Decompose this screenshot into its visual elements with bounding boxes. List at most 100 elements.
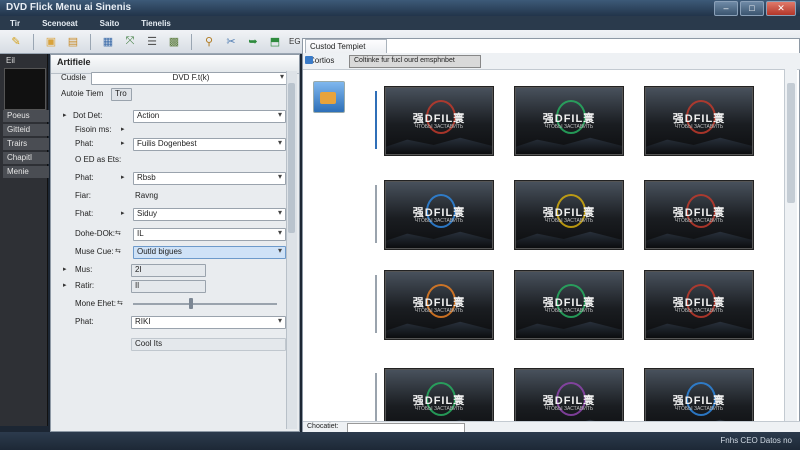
property-combo[interactable]: Action: [133, 110, 286, 123]
template-landscape: [516, 321, 622, 338]
toolbar-separator: [191, 33, 192, 50]
property-label: Autoie Tiem: [61, 89, 104, 98]
property-row: ▸ Mus: 2I: [51, 263, 283, 277]
swap-icon[interactable]: ⇆: [115, 247, 121, 255]
slider-thumb[interactable]: [189, 298, 193, 309]
maximize-button[interactable]: □: [740, 1, 764, 16]
open-folder-icon[interactable]: ▣: [43, 34, 59, 50]
template-thumbnail[interactable]: 强DFIL寰 ЧТОБЫ ЗАСТАВИТЬ: [645, 271, 753, 339]
expand-arrow-icon[interactable]: ▸: [121, 173, 125, 181]
property-label: Phat:: [75, 173, 94, 182]
expand-arrow-icon[interactable]: ▸: [121, 139, 125, 147]
slider-track[interactable]: [133, 303, 277, 305]
list-icon[interactable]: ☰: [144, 34, 160, 50]
template-thumbnail[interactable]: 强DFIL寰 ЧТОБЫ ЗАСТАВИТЬ: [385, 181, 493, 249]
property-combo[interactable]: Rbsb: [133, 172, 286, 185]
template-thumbnail[interactable]: 强DFIL寰 ЧТОБЫ ЗАСТАВИТЬ: [515, 181, 623, 249]
property-field[interactable]: Il: [131, 280, 206, 293]
properties-scrollbar[interactable]: [286, 71, 297, 429]
expand-arrow-icon[interactable]: ▸: [63, 265, 67, 273]
template-landscape: [646, 231, 752, 248]
template-preview-icon[interactable]: [313, 81, 345, 113]
move-icon[interactable]: ⤧: [122, 34, 138, 50]
template-thumbnail[interactable]: 强DFIL寰 ЧТОБЫ ЗАСТАВИТЬ: [645, 181, 753, 249]
template-thumbnail[interactable]: 强DFIL寰 ЧТОБЫ ЗАСТАВИТЬ: [515, 271, 623, 339]
template-scrollbar[interactable]: [784, 69, 797, 423]
property-label: Dot Det:: [73, 111, 103, 120]
toolbar-separator: [33, 33, 34, 50]
template-subtitle: ЧТОБЫ ЗАСТАВИТЬ: [544, 218, 594, 224]
property-combo[interactable]: Fuilis Dogenbest: [133, 138, 286, 151]
property-label: Fhat:: [75, 209, 94, 218]
burn-icon[interactable]: ⬒: [267, 34, 283, 50]
scrollbar-thumb[interactable]: [787, 83, 795, 203]
template-thumbnail[interactable]: 强DFIL寰 ЧТОБЫ ЗАСТАВИТЬ: [385, 87, 493, 155]
refresh-icon[interactable]: [305, 56, 313, 64]
property-label: Dohe-DOk:: [75, 229, 116, 238]
property-field[interactable]: Cool Its: [131, 338, 286, 351]
sidebar-item[interactable]: Poeus: [3, 110, 49, 122]
property-row: Dohe-DOk: ⇆ IL: [51, 227, 286, 241]
expand-arrow-icon[interactable]: ▸: [121, 209, 125, 217]
close-button[interactable]: ✕: [766, 1, 796, 16]
menu-item[interactable]: Saito: [100, 19, 120, 28]
minimize-button[interactable]: –: [714, 1, 738, 16]
sidebar-item[interactable]: Gitteid: [3, 124, 49, 136]
new-project-icon[interactable]: ✎: [8, 34, 24, 50]
property-combo[interactable]: Siduy: [133, 208, 286, 221]
property-row: ▸ Ratir: Il: [51, 279, 283, 293]
expand-arrow-icon[interactable]: ▸: [121, 125, 125, 133]
menu-item[interactable]: Tir: [10, 19, 20, 28]
sidebar-item[interactable]: Trairs: [3, 138, 49, 150]
template-subtitle: ЧТОБЫ ЗАСТАВИТЬ: [544, 308, 594, 314]
filter-pill[interactable]: Coltinke fur fucl ourd emsphnbet: [349, 55, 481, 68]
template-thumbnail[interactable]: 强DFIL寰 ЧТОБЫ ЗАСТАВИТЬ: [515, 87, 623, 155]
window-controls: – □ ✕: [714, 1, 796, 16]
template-panel: Custod Tempiet Cortios Coltinke fur fucl…: [302, 38, 800, 437]
menu-item[interactable]: Scenoeat: [42, 19, 78, 28]
template-subtitle: ЧТОБЫ ЗАСТАВИТЬ: [674, 124, 724, 130]
template-subtitle: ЧТОБЫ ЗАСТАВИТЬ: [544, 406, 594, 412]
save-icon[interactable]: ▤: [65, 34, 81, 50]
property-label: Mone Ehet:: [75, 299, 116, 308]
sidebar-item[interactable]: Chapitl: [3, 152, 49, 164]
template-landscape: [646, 137, 752, 154]
swap-icon[interactable]: ⇆: [115, 229, 121, 237]
sidebar-preview: [4, 68, 46, 110]
property-row: Fisoin ms: ▸: [51, 123, 283, 136]
property-combo[interactable]: RIKI: [131, 316, 286, 329]
properties-panel: Artifiele Cudsle DVD F.t(k) Autoie Tiem …: [50, 54, 300, 432]
property-row: Cudsle DVD F.t(k): [51, 71, 288, 85]
edit-icon[interactable]: ▦: [100, 34, 116, 50]
property-field[interactable]: 2I: [131, 264, 206, 277]
property-row: ▸ Dot Det: Action: [51, 109, 286, 123]
export-icon[interactable]: ➥: [245, 34, 261, 50]
tools-icon[interactable]: ✂: [223, 34, 239, 50]
template-landscape: [516, 231, 622, 248]
scrollbar-thumb[interactable]: [288, 83, 295, 233]
template-subtitle: ЧТОБЫ ЗАСТАВИТЬ: [674, 308, 724, 314]
template-landscape: [516, 137, 622, 154]
search-icon[interactable]: ⚲: [201, 34, 217, 50]
property-label: Ratir:: [75, 281, 95, 290]
expand-arrow-icon[interactable]: ▸: [63, 111, 67, 119]
property-row: Phat: RIKI: [51, 315, 286, 329]
expand-arrow-icon[interactable]: ▸: [63, 281, 67, 289]
property-combo[interactable]: IL: [133, 228, 286, 241]
menu-item[interactable]: Tienelis: [141, 19, 171, 28]
toolbar-separator: [90, 33, 91, 50]
template-thumbnail[interactable]: 强DFIL寰 ЧТОБЫ ЗАСТАВИТЬ: [385, 271, 493, 339]
property-combo[interactable]: Outld bigues: [133, 246, 286, 259]
swap-icon[interactable]: ⇆: [117, 299, 123, 307]
template-subtitle: ЧТОБЫ ЗАСТАВИТЬ: [414, 218, 464, 224]
property-combo[interactable]: DVD F.t(k): [91, 72, 288, 85]
selection-marker: [375, 275, 377, 333]
bottom-label: Chocatiet:: [307, 423, 339, 430]
property-label: Phat:: [75, 317, 94, 326]
template-thumbnail[interactable]: 强DFIL寰 ЧТОБЫ ЗАСТАВИТЬ: [645, 87, 753, 155]
template-subtitle: ЧТОБЫ ЗАСТАВИТЬ: [414, 406, 464, 412]
grid-icon[interactable]: ▩: [166, 34, 182, 50]
property-tab[interactable]: Tro: [111, 88, 132, 101]
property-row: Phat: ▸ Rbsb: [51, 171, 286, 185]
sidebar-item[interactable]: Menie: [3, 166, 49, 178]
